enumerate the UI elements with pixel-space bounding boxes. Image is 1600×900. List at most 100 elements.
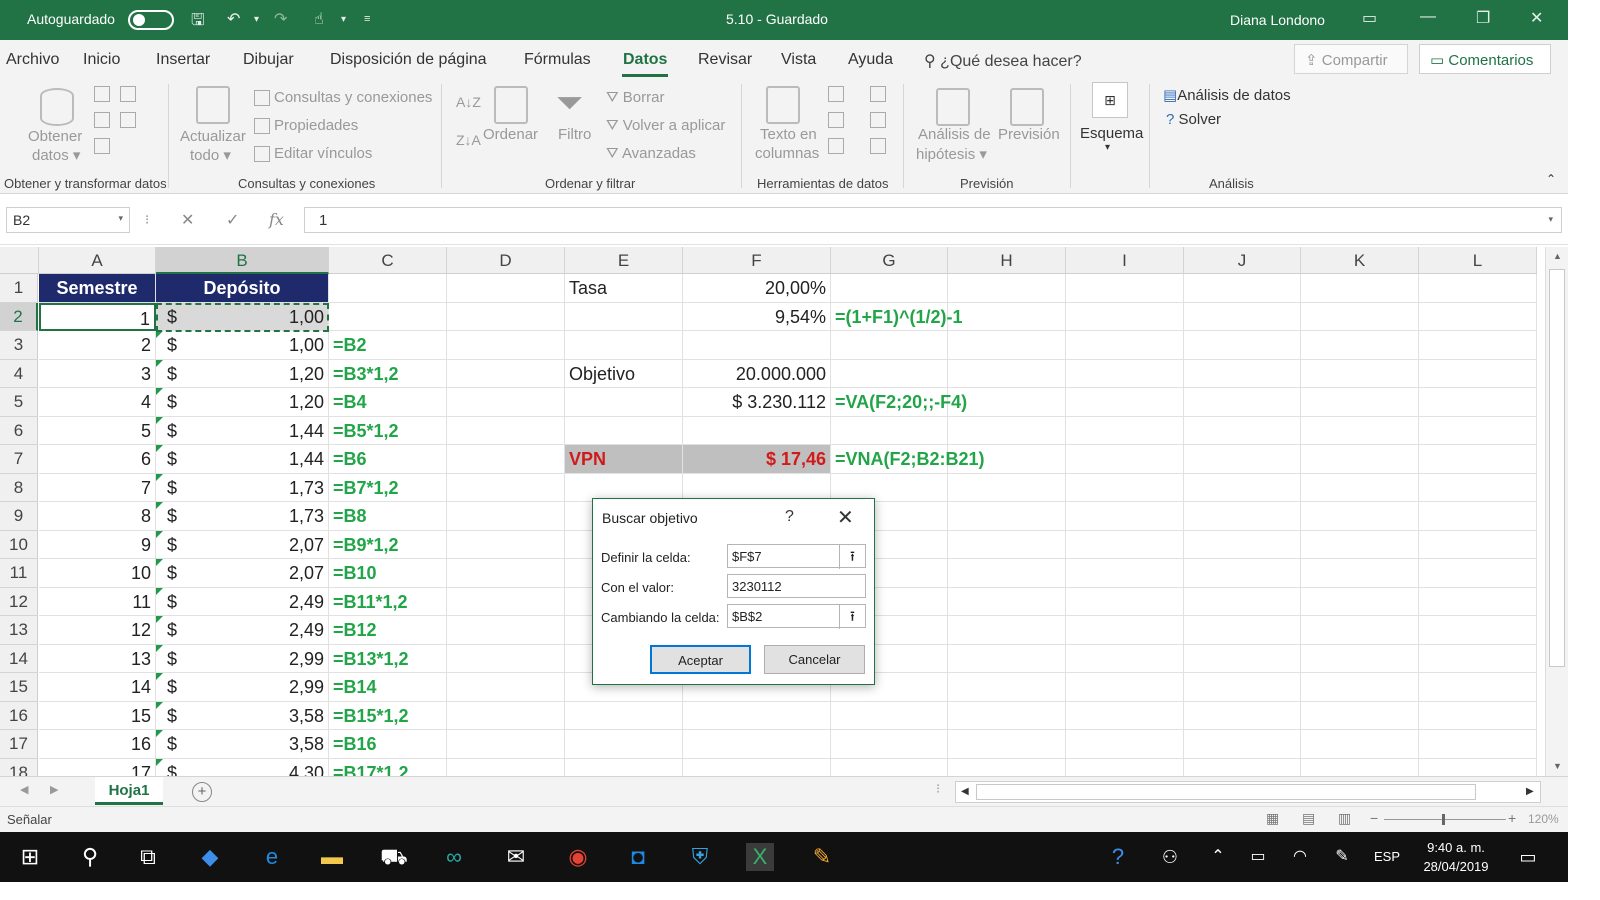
restore-icon[interactable]: ❐: [1476, 8, 1490, 28]
deposito-cell[interactable]: $2,07: [156, 559, 329, 588]
cell[interactable]: [948, 445, 1066, 474]
deposito-cell[interactable]: $1,20: [156, 359, 329, 388]
cell[interactable]: [948, 388, 1066, 417]
deposito-cell[interactable]: $1,44: [156, 445, 329, 474]
row-header-15[interactable]: 15: [0, 673, 38, 702]
cell[interactable]: [447, 445, 565, 474]
tab-vista[interactable]: Vista: [781, 51, 816, 69]
cell[interactable]: [831, 359, 948, 388]
undo-dropdown-icon[interactable]: ▾: [254, 14, 259, 25]
scroll-down-icon[interactable]: ▼: [1553, 761, 1562, 771]
cell[interactable]: [1066, 502, 1184, 531]
row-header-3[interactable]: 3: [0, 331, 38, 360]
va-value[interactable]: $ 3.230.112: [683, 388, 831, 417]
to-value-input[interactable]: 3230112: [727, 574, 866, 598]
semestre-cell[interactable]: 15: [39, 701, 156, 730]
cell[interactable]: [1301, 644, 1419, 673]
cell[interactable]: [1184, 473, 1301, 502]
deposito-cell[interactable]: $3,58: [156, 730, 329, 759]
file-explorer-icon[interactable]: ▬: [318, 843, 346, 871]
cell[interactable]: [1301, 359, 1419, 388]
task-view-icon[interactable]: ⧉: [134, 843, 162, 871]
cell[interactable]: [831, 701, 948, 730]
deposito-cell[interactable]: $2,49: [156, 616, 329, 645]
cell[interactable]: [1184, 559, 1301, 588]
cell[interactable]: [948, 473, 1066, 502]
ordenar-button[interactable]: Ordenar: [483, 126, 538, 143]
tasa-label[interactable]: Tasa: [565, 274, 683, 303]
formula-text-cell[interactable]: =B3*1,2: [329, 359, 447, 388]
deposito-cell[interactable]: $2,99: [156, 673, 329, 702]
scroll-thumb[interactable]: [1549, 269, 1565, 667]
sheet-tab-hoja1[interactable]: Hoja1: [95, 777, 163, 805]
obtener-datos-label2[interactable]: datos ▾: [32, 146, 80, 164]
cell[interactable]: [1301, 616, 1419, 645]
confirm-entry-icon[interactable]: ✓: [226, 210, 239, 230]
consultas-conexiones-button[interactable]: Consultas y conexiones: [274, 89, 432, 106]
cell[interactable]: [565, 730, 683, 759]
page-break-icon[interactable]: ▥: [1338, 810, 1351, 827]
cell[interactable]: [683, 331, 831, 360]
pen-icon[interactable]: ✎: [1328, 843, 1356, 871]
cell[interactable]: [1301, 758, 1419, 776]
cell[interactable]: [948, 758, 1066, 776]
from-table-icon[interactable]: [94, 138, 110, 154]
semester-rate-value[interactable]: 9,54%: [683, 302, 831, 331]
sort-za-icon[interactable]: Z↓A: [456, 132, 481, 148]
analisis-hipotesis-label2[interactable]: hipótesis ▾: [916, 145, 987, 163]
formula-text-cell[interactable]: =B12: [329, 616, 447, 645]
formula-text-cell[interactable]: =B15*1,2: [329, 701, 447, 730]
semestre-cell[interactable]: 12: [39, 616, 156, 645]
sort-az-icon[interactable]: A↓Z: [456, 94, 481, 110]
formula-text-cell[interactable]: =B16: [329, 730, 447, 759]
borrar-button[interactable]: ⛛ Borrar: [606, 89, 664, 106]
cell[interactable]: [948, 416, 1066, 445]
dropbox-icon[interactable]: ◆: [196, 843, 224, 871]
row-header-18[interactable]: 18: [0, 758, 38, 776]
tell-me-search[interactable]: ⚲ ¿Qué desea hacer?: [924, 51, 1082, 71]
row-header-14[interactable]: 14: [0, 644, 38, 673]
row-header-5[interactable]: 5: [0, 388, 38, 417]
cell[interactable]: [1184, 302, 1301, 331]
row-header-13[interactable]: 13: [0, 616, 38, 645]
cell[interactable]: [1419, 673, 1537, 702]
column-header-l[interactable]: L: [1419, 247, 1537, 274]
cell[interactable]: [1419, 416, 1537, 445]
cell[interactable]: [447, 502, 565, 531]
semestre-cell[interactable]: 1: [39, 302, 156, 331]
deposito-cell[interactable]: $3,58: [156, 701, 329, 730]
cell[interactable]: [1419, 274, 1537, 303]
deposito-cell[interactable]: $2,99: [156, 644, 329, 673]
semestre-cell[interactable]: 6: [39, 445, 156, 474]
tab-ayuda[interactable]: Ayuda: [848, 51, 893, 69]
tray-chevron-icon[interactable]: ⌃: [1204, 843, 1232, 871]
instagram-icon[interactable]: ◘: [624, 843, 652, 871]
cell[interactable]: [831, 274, 948, 303]
cell[interactable]: [683, 758, 831, 776]
semestre-cell[interactable]: 2: [39, 331, 156, 360]
column-header-e[interactable]: E: [565, 247, 683, 274]
next-sheet-icon[interactable]: ▶: [50, 783, 58, 796]
cell[interactable]: [565, 416, 683, 445]
help-tray-icon[interactable]: ?: [1104, 843, 1132, 871]
prevision-button[interactable]: Previsión: [998, 126, 1060, 143]
formula-text-cell[interactable]: =B7*1,2: [329, 473, 447, 502]
zoom-slider[interactable]: [1384, 819, 1506, 820]
cell[interactable]: [1066, 331, 1184, 360]
tab-inicio[interactable]: Inicio: [83, 51, 120, 69]
column-header-j[interactable]: J: [1184, 247, 1301, 274]
cell[interactable]: [1419, 473, 1537, 502]
semestre-cell[interactable]: 14: [39, 673, 156, 702]
cell[interactable]: [948, 359, 1066, 388]
texto-columnas-label2[interactable]: columnas: [755, 145, 819, 162]
cell[interactable]: [948, 644, 1066, 673]
deposito-cell[interactable]: $1,20: [156, 388, 329, 417]
cell[interactable]: [1301, 331, 1419, 360]
avanzadas-button[interactable]: ⛛ Avanzadas: [606, 145, 696, 162]
mcafee-icon[interactable]: ⛨: [686, 843, 714, 871]
semestre-cell[interactable]: 4: [39, 388, 156, 417]
cell[interactable]: [1066, 473, 1184, 502]
cell[interactable]: [1419, 701, 1537, 730]
row-header-17[interactable]: 17: [0, 730, 38, 759]
esquema-button[interactable]: Esquema: [1080, 125, 1143, 142]
